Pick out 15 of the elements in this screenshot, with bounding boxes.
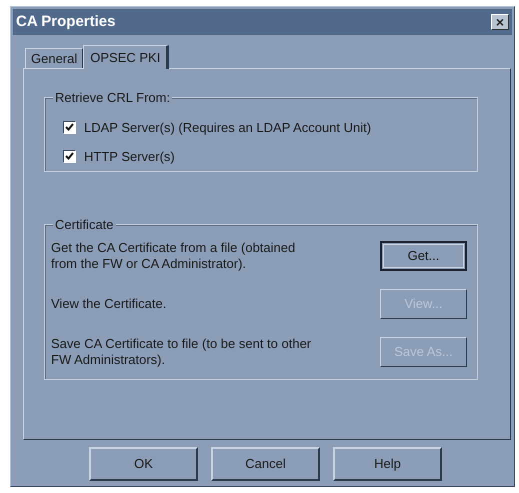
close-button[interactable]: × [491,14,509,30]
dialog-button[interactable]: Help [333,447,442,481]
dialog-button[interactable]: OK [89,447,198,481]
description-text: Save CA Certificate to file (to be sent to other FW Administrators). [51,336,312,368]
checkbox[interactable] [63,150,76,163]
description-text: View the Certificate. [51,296,168,312]
tab[interactable]: OPSEC PKI [83,45,170,69]
checkbox[interactable] [63,121,76,134]
action-button[interactable]: Get... [380,241,467,271]
description-text: Get the CA Certificate from a file (obtained from the FW or CA Administrator). [51,240,296,272]
dialog-button[interactable]: Cancel [211,447,320,481]
window-title: CA Properties [16,12,116,32]
tab[interactable]: General [25,48,84,68]
checkbox-label[interactable]: LDAP Server(s) (Requires an LDAP Account Unit) [84,118,372,138]
checkbox-label[interactable]: HTTP Server(s) [84,146,175,166]
